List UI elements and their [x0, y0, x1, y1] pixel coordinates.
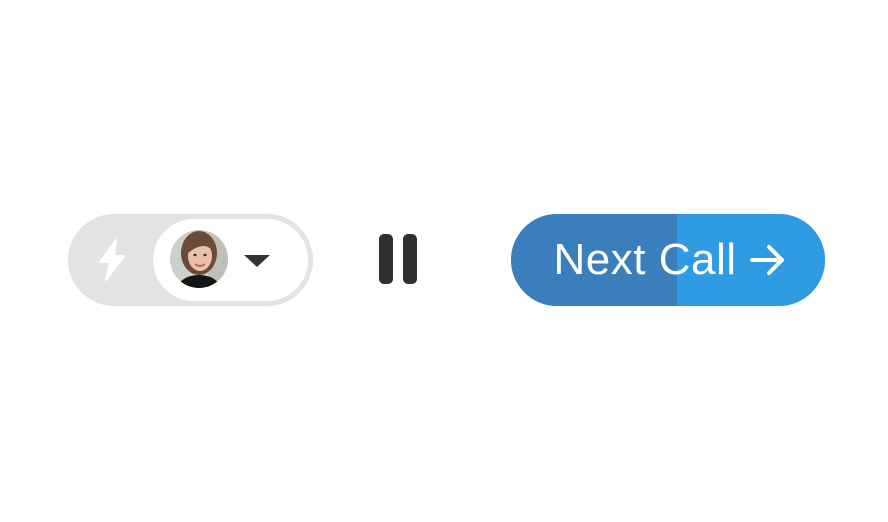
lightning-bolt-icon: [99, 239, 125, 281]
call-toolbar: Next Call: [0, 0, 888, 522]
pause-bar-left: [379, 234, 393, 284]
arrow-right-icon: [749, 243, 787, 277]
pause-bar-right: [403, 234, 417, 284]
next-call-button[interactable]: Next Call: [511, 214, 825, 306]
caret-down-icon[interactable]: [243, 254, 271, 268]
next-call-content: Next Call: [511, 214, 825, 306]
user-avatar[interactable]: [170, 225, 228, 293]
next-call-label: Next Call: [553, 235, 737, 284]
power-dialer-toggle[interactable]: [68, 214, 156, 306]
pause-button[interactable]: [374, 232, 424, 286]
